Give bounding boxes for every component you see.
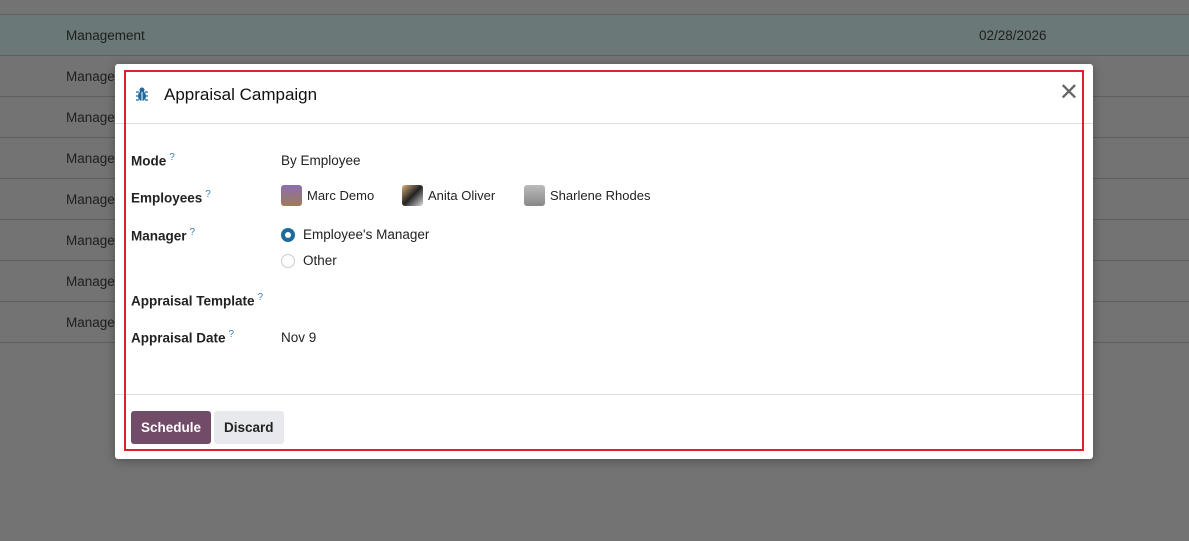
- employee-name: Sharlene Rhodes: [550, 188, 651, 203]
- table-row[interactable]: [0, 0, 1189, 15]
- radio-checked-icon[interactable]: [281, 227, 295, 242]
- row-name: Manage: [66, 69, 115, 84]
- employee-name: Marc Demo: [307, 188, 375, 203]
- employee-tag[interactable]: Sharlene Rhodes: [524, 185, 650, 206]
- avatar: [281, 185, 302, 206]
- row-name: Manage: [66, 315, 115, 330]
- mode-label: Mode?: [131, 152, 175, 169]
- employee-tag[interactable]: Marc Demo: [281, 185, 374, 206]
- date-label: Appraisal Date?: [131, 329, 235, 346]
- avatar: [524, 185, 545, 206]
- employee-name: Anita Oliver: [428, 188, 496, 203]
- mode-value[interactable]: By Employee: [281, 153, 361, 168]
- dialog-header: Appraisal Campaign ✕: [115, 64, 1093, 124]
- date-value[interactable]: Nov 9: [281, 330, 316, 345]
- employee-tag[interactable]: Anita Oliver: [402, 185, 495, 206]
- row-name: Manage: [66, 110, 115, 125]
- manager-label: Manager?: [131, 227, 196, 244]
- row-name: Manage: [66, 192, 115, 207]
- template-label: Appraisal Template?: [131, 292, 264, 309]
- help-icon[interactable]: ?: [258, 292, 264, 303]
- help-icon[interactable]: ?: [190, 227, 196, 238]
- radio-unchecked-icon[interactable]: [281, 253, 295, 268]
- radio-label: Other: [303, 253, 337, 268]
- help-icon[interactable]: ?: [205, 189, 211, 200]
- discard-button[interactable]: Discard: [214, 411, 284, 444]
- radio-label: Employee's Manager: [303, 227, 430, 242]
- table-row[interactable]: Management 02/28/2026: [0, 15, 1189, 56]
- row-name: Manage: [66, 151, 115, 166]
- help-icon[interactable]: ?: [169, 152, 175, 163]
- radio-other[interactable]: Other: [281, 253, 337, 268]
- row-name: Management: [66, 28, 145, 43]
- row-name: Manage: [66, 274, 115, 289]
- row-date: 02/28/2026: [979, 28, 1047, 43]
- dialog-title: Appraisal Campaign: [164, 85, 318, 104]
- avatar: [402, 185, 423, 206]
- row-name: Manage: [66, 233, 115, 248]
- schedule-button[interactable]: Schedule: [131, 411, 212, 444]
- close-icon[interactable]: ✕: [1059, 81, 1079, 105]
- bug-icon: [136, 87, 148, 101]
- help-icon[interactable]: ?: [229, 329, 235, 340]
- appraisal-campaign-dialog: Appraisal Campaign ✕ Mode? By Employee E…: [115, 64, 1093, 459]
- employees-label: Employees?: [131, 189, 211, 206]
- radio-employees-manager[interactable]: Employee's Manager: [281, 227, 429, 242]
